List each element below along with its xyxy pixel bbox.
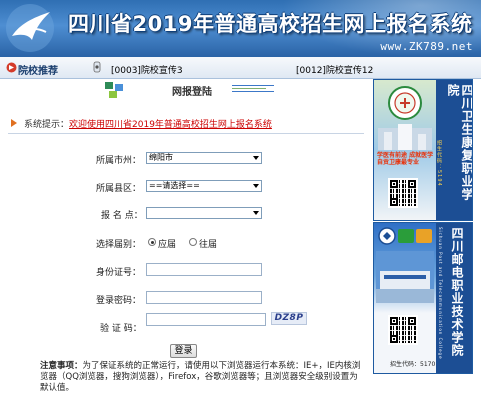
qr-finder — [390, 317, 398, 325]
county-label: 所属县区： — [96, 184, 142, 194]
ad-vertical-title: 四川卫生康复职业学院 招生代码：5194 — [436, 80, 472, 220]
school-emblem-icon — [388, 86, 422, 120]
ad-photo-area: 学医有前途 成就医学 自贡卫康最专业 — [374, 80, 436, 220]
radio-current-year[interactable] — [148, 238, 156, 246]
captcha-input[interactable] — [146, 313, 266, 326]
ad-english-name: Sichuan Post and Telecommunication Colle… — [438, 227, 443, 360]
county-select[interactable]: ==请选择== — [146, 180, 262, 192]
speaker-icon — [93, 61, 101, 73]
recommend-label: 院校推荐 — [18, 66, 58, 77]
recommend-item[interactable]: [0003]院校宣传3 — [111, 63, 183, 76]
ad-vertical-title: Sichuan Post and Telecommunication Colle… — [436, 223, 472, 373]
notice-arrow-icon — [11, 119, 17, 127]
notice-label: 系统提示： — [24, 120, 70, 130]
qr-finder — [390, 335, 398, 343]
ad-badge-icon — [398, 229, 432, 243]
notice-text: 注意事项：为了保证系统的正常运行，请使用以下浏览器运行本系统：IE+，IE内核浏… — [40, 361, 365, 394]
recommend-item[interactable]: [0012]院校宣传12 — [296, 63, 373, 76]
qr-finder — [390, 198, 398, 206]
ad-slogan: 学医有前途 成就医学 自贡卫康最专业 — [377, 152, 434, 166]
radio-previous-year-label: 往届 — [199, 240, 218, 250]
radio-previous-year[interactable] — [189, 238, 197, 246]
ad-code-text: 招生代码：5194 — [436, 140, 442, 187]
radio-current-year-label: 应届 — [158, 240, 177, 250]
password-input[interactable] — [146, 291, 262, 304]
qr-finder — [408, 180, 416, 188]
note-body: 为了保证系统的正常运行，请使用以下浏览器运行本系统：IE+，IE内核浏览器（QQ… — [40, 361, 361, 393]
ad-code-text: 招生代码：5170 — [390, 361, 436, 368]
login-icon — [105, 82, 123, 98]
type-label: 选择届别： — [96, 240, 142, 250]
notice-link[interactable]: 欢迎使用四川省2019年普通高校招生网上报名系统 — [69, 120, 272, 130]
chevron-down-icon — [253, 184, 259, 188]
login-title: 网报登陆 — [172, 87, 212, 98]
ad-photo-area: 招生代码：5170 — [374, 223, 436, 373]
recommend-bar: 院校推荐 [0003]院校宣传3 [0012]院校宣传12 — [0, 57, 481, 79]
ad-school-name: 四川邮电职业技术学院 — [450, 227, 464, 357]
city-select[interactable]: 绵阳市 — [146, 152, 262, 164]
captcha-label: 验 证 码： — [100, 324, 142, 334]
qr-code-icon — [388, 178, 418, 208]
divider — [8, 133, 364, 134]
school-emblem-icon — [378, 227, 396, 245]
bird-logo-icon — [6, 4, 54, 52]
note-title: 注意事项： — [40, 361, 83, 371]
chevron-down-icon — [253, 211, 259, 215]
city-label: 所属市州： — [96, 156, 142, 166]
qr-code-icon — [388, 315, 418, 345]
site-label: 报 名 点： — [101, 211, 143, 221]
ad-banner-sichuan-post[interactable]: 招生代码：5170 Sichuan Post and Telecommunica… — [373, 222, 473, 374]
page-title: 四川省2019年普通高校招生网上报名系统 — [68, 12, 473, 36]
ad-banner-sichuan-health[interactable]: 学医有前途 成就医学 自贡卫康最专业 四川卫生康复职业学院 招生代码：5194 — [373, 79, 473, 221]
ad-school-name: 四川卫生康复职业学院 — [446, 84, 473, 201]
id-number-input[interactable] — [146, 263, 262, 276]
qr-finder — [408, 317, 416, 325]
system-notice: 系统提示：欢迎使用四川省2019年普通高校招生网上报名系统 — [24, 117, 272, 130]
title-decoration — [232, 85, 274, 93]
campus-building-icon — [378, 124, 432, 150]
campus-gate-icon — [376, 251, 434, 303]
captcha-image[interactable]: DZ8P — [271, 312, 307, 325]
arrow-icon — [6, 62, 17, 73]
login-button[interactable]: 登录 — [170, 344, 197, 358]
site-select[interactable] — [146, 207, 262, 219]
qr-finder — [390, 180, 398, 188]
county-select-value: ==请选择== — [149, 181, 200, 190]
password-label: 登录密码： — [96, 296, 142, 306]
site-url: www.ZK789.net — [380, 40, 473, 53]
city-select-value: 绵阳市 — [149, 153, 173, 162]
id-label: 身份证号： — [96, 268, 142, 278]
header-banner: 四川省2019年普通高校招生网上报名系统 www.ZK789.net — [0, 0, 481, 57]
chevron-down-icon — [253, 156, 259, 160]
